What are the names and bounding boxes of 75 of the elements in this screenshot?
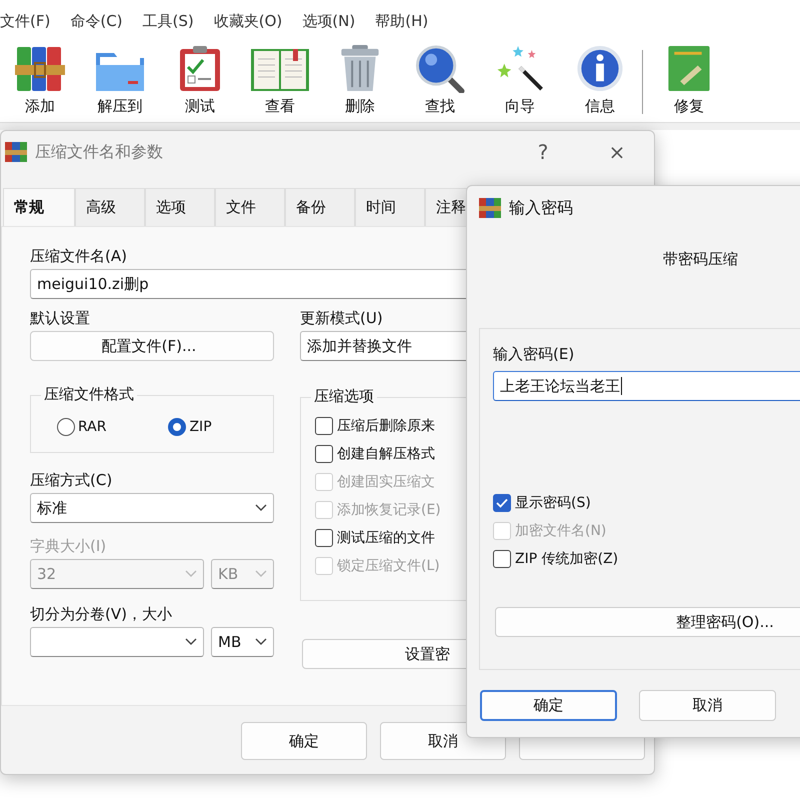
menu-item[interactable]: 工具(S) [142,12,194,30]
checkbox-label: 创建自解压格式 [337,445,435,463]
toolbar-button[interactable]: 删除 [320,44,400,120]
clipboard-icon [178,45,222,93]
chevron-down-icon [255,570,267,578]
toolbar-button[interactable]: 解压到 [80,44,160,120]
dropdown[interactable]: MB [211,627,274,657]
search-icon [414,44,466,93]
field-label: 切分为分卷(V)，大小 [30,605,173,625]
menu-item[interactable]: 帮助(H) [375,12,428,30]
menu-item[interactable]: 文件(F) [0,12,50,30]
toolbar-button[interactable]: 查看 [240,44,320,120]
menu-item[interactable]: 命令(C) [70,12,123,30]
checkbox-label: 添加恢复记录(E) [337,501,441,519]
menu-item[interactable]: 收藏夹(O) [214,12,282,30]
checkbox[interactable] [315,529,333,547]
chevron-down-icon [185,638,197,646]
checkbox[interactable] [315,417,333,435]
dialog-button[interactable]: 取消 [639,690,776,721]
toolbar-button[interactable]: 修复 [649,44,729,120]
field-label: 更新模式(U) [300,309,384,329]
checkbox-label: 压缩后删除原来 [337,417,435,435]
checkbox-label: 加密文件名(N) [515,522,606,540]
toolbar-button[interactable]: 添加 [0,44,80,120]
checkbox[interactable] [493,494,511,512]
checkbox[interactable] [315,445,333,463]
chevron-down-icon [255,504,267,512]
book-icon [666,44,712,93]
checkbox[interactable] [493,550,511,568]
group-title: 压缩文件格式 [41,385,137,404]
close-button[interactable]: × [584,140,650,164]
organize-passwords-button[interactable]: 整理密码(O)... [495,607,800,637]
field-label: 压缩文件名(A) [30,247,128,267]
toolbar-button[interactable]: 测试 [160,44,240,120]
info-icon [575,44,625,93]
menu-item[interactable]: 选项(N) [302,12,356,30]
field-label: 压缩方式(C) [30,471,114,491]
dropdown[interactable] [30,627,204,657]
tab[interactable]: 高级 [75,188,145,226]
toolbar-button[interactable]: 查找 [400,44,480,120]
tab[interactable]: 时间 [355,188,425,226]
checkbox-label: 锁定压缩文件(L) [337,557,440,575]
archive-icon [15,45,65,93]
dropdown[interactable]: 标准 [30,493,274,523]
app-icon [479,198,501,218]
password-field[interactable]: 上老王论坛当老王 [493,371,800,401]
tab[interactable]: 备份 [285,188,355,226]
toolbar-button[interactable]: 信息 [560,44,640,120]
window-title: 输入密码 [509,198,574,218]
checkbox-label: 测试压缩的文件 [337,529,435,547]
checkbox-label: 创建固实压缩文 [337,473,435,491]
help-button[interactable]: ? [510,140,576,164]
radio-label: RAR [78,419,106,435]
dialog-button[interactable]: 确定 [480,690,617,721]
profile-button[interactable]: 配置文件(F)... [30,331,274,361]
toolbar-button[interactable]: 向导 [480,44,560,120]
field-label: 字典大小(I) [30,537,108,557]
checkbox-label: ZIP 传统加密(Z) [515,550,618,568]
radio-button[interactable] [57,418,75,436]
check-icon [496,498,508,508]
field-label: 默认设置 [30,309,91,329]
tab[interactable]: 文件 [215,188,285,226]
book-icon [250,47,310,93]
tab[interactable]: 常规 [3,188,75,226]
chevron-down-icon [255,638,267,646]
app-icon [5,142,27,162]
radio-label: ZIP [189,419,212,435]
window-title: 压缩文件名和参数 [35,142,164,162]
chevron-down-icon [185,570,197,578]
group-title: 压缩选项 [311,387,377,406]
radio-button[interactable] [168,418,186,436]
dialog-heading: 带密码压缩 [663,250,739,270]
checkbox-label: 显示密码(S) [515,494,591,512]
dialog-button[interactable]: 确定 [241,722,367,760]
tab[interactable]: 选项 [145,188,215,226]
